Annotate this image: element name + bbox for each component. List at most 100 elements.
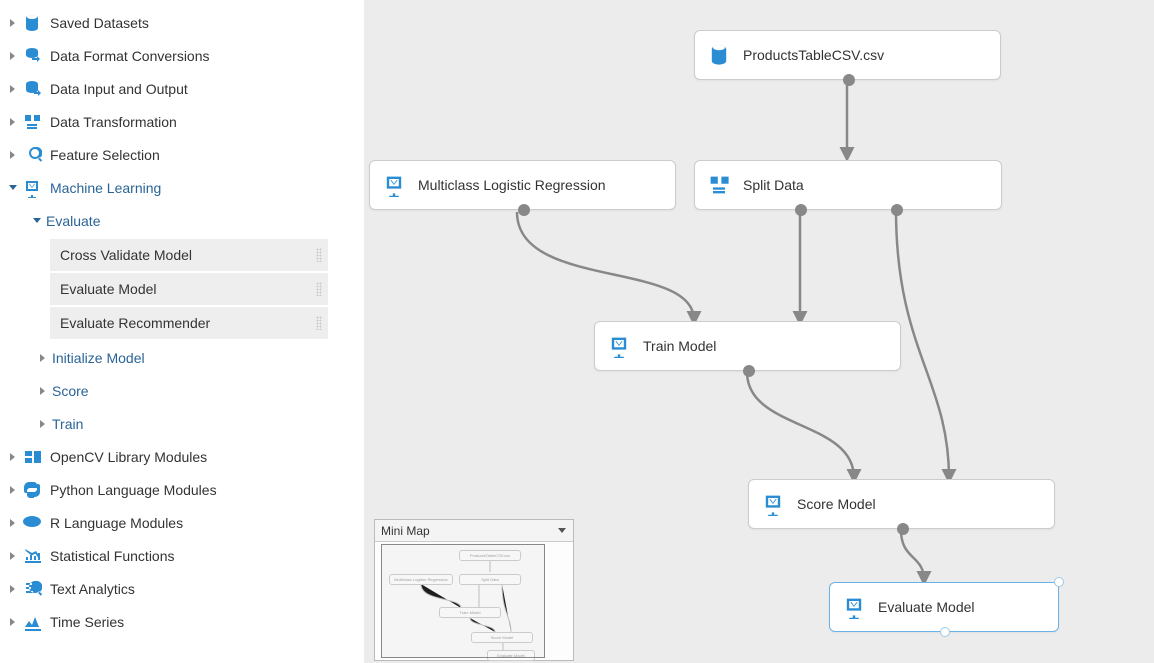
output-port[interactable] — [743, 365, 755, 377]
stats-icon — [22, 546, 42, 566]
chevron-right-icon — [6, 450, 20, 464]
sidebar-item-initialize-model[interactable]: Initialize Model — [0, 341, 364, 374]
minimap-viewport[interactable] — [381, 544, 545, 658]
chevron-right-icon — [6, 516, 20, 530]
opencv-icon — [22, 447, 42, 467]
textan-icon — [22, 579, 42, 599]
node-algorithm[interactable]: Multiclass Logistic Regression — [369, 160, 676, 210]
node-train-model[interactable]: Train Model — [594, 321, 901, 371]
ml-icon — [380, 171, 408, 199]
selection-handle[interactable] — [940, 627, 950, 637]
sidebar-item-label: Score — [52, 383, 89, 399]
sidebar-item-feature-selection[interactable]: Feature Selection — [0, 138, 364, 171]
chevron-right-icon — [6, 483, 20, 497]
sidebar-item-label: Evaluate — [46, 213, 100, 229]
module-palette-sidebar[interactable]: Saved Datasets Data Format Conversions D… — [0, 0, 364, 663]
drag-grip-icon — [316, 282, 322, 296]
module-label: Cross Validate Model — [60, 247, 192, 263]
output-port-2[interactable] — [891, 204, 903, 216]
sidebar-item-label: R Language Modules — [50, 515, 183, 531]
node-label: Score Model — [797, 496, 876, 512]
node-label: ProductsTableCSV.csv — [743, 47, 884, 63]
chevron-right-icon — [6, 549, 20, 563]
sidebar-item-label: Data Input and Output — [50, 81, 188, 97]
node-label: Train Model — [643, 338, 716, 354]
sidebar-item-data-format-conversions[interactable]: Data Format Conversions — [0, 39, 364, 72]
sidebar-item-label: Statistical Functions — [50, 548, 175, 564]
node-evaluate-model[interactable]: Evaluate Model — [829, 582, 1059, 632]
sidebar-item-saved-datasets[interactable]: Saved Datasets — [0, 6, 364, 39]
drag-grip-icon — [316, 316, 322, 330]
sidebar-item-label: Python Language Modules — [50, 482, 217, 498]
chevron-right-icon — [6, 148, 20, 162]
transform-icon — [22, 112, 42, 132]
sidebar-item-label: Data Transformation — [50, 114, 177, 130]
output-port-1[interactable] — [795, 204, 807, 216]
node-split-data[interactable]: Split Data — [694, 160, 1002, 210]
chevron-down-icon — [6, 181, 20, 195]
chevron-right-icon — [36, 384, 50, 398]
sidebar-item-score[interactable]: Score — [0, 374, 364, 407]
chevron-right-icon — [6, 16, 20, 30]
experiment-canvas[interactable]: ProductsTableCSV.csv Multiclass Logistic… — [364, 0, 1154, 663]
node-label: Split Data — [743, 177, 804, 193]
minimap[interactable]: Mini Map ProductsTableCSV.csv Multiclass… — [374, 519, 574, 661]
chevron-right-icon — [6, 49, 20, 63]
sidebar-item-label: Feature Selection — [50, 147, 160, 163]
minimap-title: Mini Map — [381, 524, 430, 538]
sidebar-item-opencv[interactable]: OpenCV Library Modules — [0, 440, 364, 473]
sidebar-item-label: OpenCV Library Modules — [50, 449, 207, 465]
chevron-right-icon — [6, 615, 20, 629]
r-icon — [22, 513, 42, 533]
selection-handle[interactable] — [1054, 577, 1064, 587]
node-dataset[interactable]: ProductsTableCSV.csv — [694, 30, 1001, 80]
drag-grip-icon — [316, 248, 322, 262]
chevron-right-icon — [6, 582, 20, 596]
chevron-right-icon — [36, 351, 50, 365]
sidebar-item-text-analytics[interactable]: Text Analytics — [0, 572, 364, 605]
ml-icon — [605, 332, 633, 360]
datasets-icon — [22, 13, 42, 33]
node-score-model[interactable]: Score Model — [748, 479, 1055, 529]
output-port[interactable] — [897, 523, 909, 535]
sidebar-item-machine-learning[interactable]: Machine Learning — [0, 171, 364, 204]
sidebar-item-label: Train — [52, 416, 83, 432]
ml-icon — [22, 178, 42, 198]
transform-icon — [705, 171, 733, 199]
output-port[interactable] — [843, 74, 855, 86]
module-cross-validate-model[interactable]: Cross Validate Model — [50, 239, 328, 271]
module-label: Evaluate Recommender — [60, 315, 210, 331]
sidebar-item-label: Machine Learning — [50, 180, 161, 196]
timeseries-icon — [22, 612, 42, 632]
chevron-down-icon — [557, 524, 567, 538]
conversion-icon — [22, 46, 42, 66]
sidebar-item-evaluate[interactable]: Evaluate — [0, 204, 364, 237]
minimap-header[interactable]: Mini Map — [375, 520, 573, 542]
datasets-icon — [705, 41, 733, 69]
sidebar-item-train[interactable]: Train — [0, 407, 364, 440]
chevron-right-icon — [6, 115, 20, 129]
sidebar-item-label: Saved Datasets — [50, 15, 149, 31]
sidebar-item-data-transformation[interactable]: Data Transformation — [0, 105, 364, 138]
sidebar-item-r[interactable]: R Language Modules — [0, 506, 364, 539]
sidebar-item-time-series[interactable]: Time Series — [0, 605, 364, 638]
module-evaluate-model[interactable]: Evaluate Model — [50, 273, 328, 305]
ml-icon — [840, 593, 868, 621]
output-port[interactable] — [518, 204, 530, 216]
sidebar-item-python[interactable]: Python Language Modules — [0, 473, 364, 506]
module-evaluate-recommender[interactable]: Evaluate Recommender — [50, 307, 328, 339]
chevron-down-icon — [30, 214, 44, 228]
io-icon — [22, 79, 42, 99]
ml-icon — [759, 490, 787, 518]
sidebar-item-statistical-functions[interactable]: Statistical Functions — [0, 539, 364, 572]
sidebar-item-data-input-output[interactable]: Data Input and Output — [0, 72, 364, 105]
chevron-right-icon — [36, 417, 50, 431]
minimap-body[interactable]: ProductsTableCSV.csv Multiclass Logistic… — [375, 542, 573, 660]
feature-icon — [22, 145, 42, 165]
sidebar-item-label: Initialize Model — [52, 350, 145, 366]
sidebar-item-label: Text Analytics — [50, 581, 135, 597]
module-label: Evaluate Model — [60, 281, 157, 297]
node-label: Multiclass Logistic Regression — [418, 177, 606, 193]
node-label: Evaluate Model — [878, 599, 975, 615]
python-icon — [22, 480, 42, 500]
